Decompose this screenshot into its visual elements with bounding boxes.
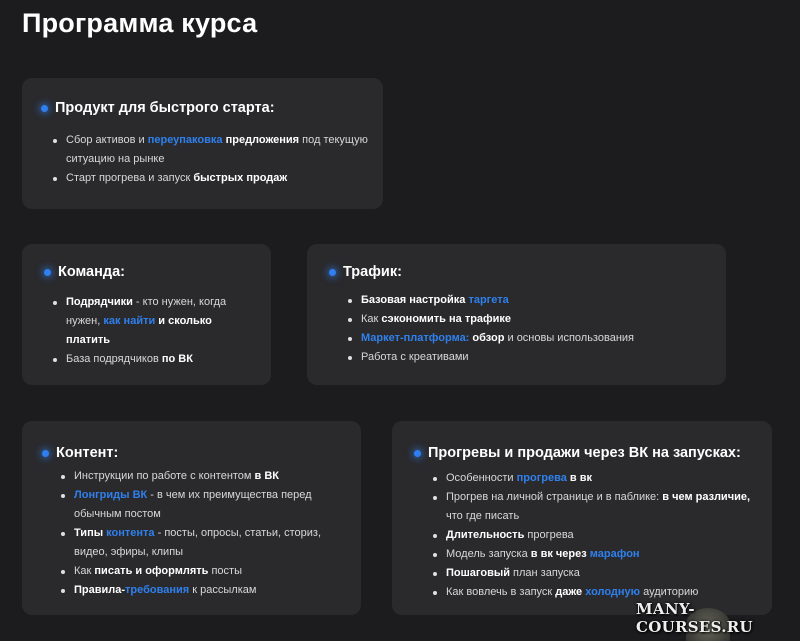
- list-item: База подрядчиков по ВК: [53, 350, 246, 369]
- list-item: Лонгриды ВК - в чем их преимущества пере…: [61, 486, 324, 524]
- card-traffic-list: Базовая настройка таргета Как сэкономить …: [348, 291, 711, 367]
- highlight-text: марафон: [589, 548, 640, 560]
- text-segment: Как: [74, 565, 95, 577]
- card-traffic-title: Трафик:: [329, 264, 402, 280]
- text-segment: Старт прогрева и запуск: [66, 172, 194, 184]
- list-item: Модель запуска в вк через марафон: [433, 545, 764, 564]
- text-segment: аудиторию: [640, 586, 699, 598]
- list-item: Маркет-платформа: обзор и основы использ…: [348, 329, 711, 348]
- text-segment: Прогрев на личной странице и в паблике:: [446, 491, 663, 503]
- text-segment: Сбор активов и: [66, 134, 148, 146]
- highlight-text: таргета: [468, 294, 509, 306]
- bold-text: обзор: [472, 332, 505, 344]
- list-item: Сбор активов и переупаковка предложения …: [53, 131, 376, 169]
- highlight-text: Лонгриды ВК: [74, 489, 148, 501]
- bullet-dot-icon: [44, 269, 51, 276]
- list-item: Как писать и оформлять посты: [61, 562, 324, 581]
- text-segment: Работа с креативами: [361, 351, 469, 363]
- bullet-dot-icon: [42, 450, 49, 457]
- list-item: Длительность прогрева: [433, 526, 764, 545]
- card-product-list: Сбор активов и переупаковка предложения …: [53, 131, 376, 188]
- card-team-title-text: Команда:: [58, 264, 125, 280]
- bold-text: Правила-: [74, 584, 126, 596]
- card-team-title: Команда:: [44, 264, 125, 280]
- bold-text: сэкономить на трафике: [381, 313, 512, 325]
- bold-text: в вк: [569, 472, 593, 484]
- bold-text: писать и оформлять: [94, 565, 209, 577]
- bold-text: Пошаговый: [446, 567, 510, 579]
- watermark: MANY-COURSES.RU: [636, 600, 753, 636]
- card-content-list: Инструкции по работе с контентом в ВК Лон…: [61, 467, 324, 600]
- list-item: Инструкции по работе с контентом в ВК: [61, 467, 324, 486]
- card-launch: Прогревы и продажи через ВК на запусках:…: [392, 421, 772, 615]
- text-segment: посты: [208, 565, 242, 577]
- text-segment: к рассылкам: [189, 584, 257, 596]
- text-segment: и основы использования: [504, 332, 634, 344]
- card-launch-title: Прогревы и продажи через ВК на запусках:: [414, 445, 741, 461]
- card-launch-list: Особенности прогрева в вк Прогрев на личн…: [433, 469, 764, 602]
- bold-text: даже: [555, 586, 583, 598]
- bold-text: Длительность: [446, 529, 525, 541]
- list-item: Прогрев на личной странице и в паблике: …: [433, 488, 764, 526]
- list-item: Как сэкономить на трафике: [348, 310, 711, 329]
- list-item: Правила-требования к рассылкам: [61, 581, 324, 600]
- card-product-title-text: Продукт для быстрого старта:: [55, 100, 275, 116]
- bold-text: Базовая настройка: [361, 294, 469, 306]
- page-title: Программа курса: [22, 8, 258, 38]
- highlight-text: требования: [125, 584, 190, 596]
- text-segment: База подрядчиков: [66, 353, 162, 365]
- bullet-dot-icon: [41, 105, 48, 112]
- card-team-list: Подрядчики - кто нужен, когда нужен, как…: [53, 293, 246, 369]
- list-item: Работа с креативами: [348, 348, 711, 367]
- text-segment: Инструкции по работе с контентом: [74, 470, 255, 482]
- card-traffic: Трафик: Базовая настройка таргета Как сэк…: [307, 244, 726, 385]
- highlight-text: Маркет-платформа:: [361, 332, 470, 344]
- list-item: Базовая настройка таргета: [348, 291, 711, 310]
- card-team: Команда: Подрядчики - кто нужен, когда н…: [22, 244, 271, 385]
- highlight-text: переупаковка: [147, 134, 223, 146]
- text-segment: Модель запуска: [446, 548, 531, 560]
- bullet-dot-icon: [414, 450, 421, 457]
- list-item: Пошаговый план запуска: [433, 564, 764, 583]
- text-segment: план запуска: [510, 567, 580, 579]
- text-segment: что где писать: [446, 510, 520, 522]
- bold-text: в вк через: [530, 548, 587, 560]
- text-segment: Особенности: [446, 472, 517, 484]
- bold-text: Типы: [74, 527, 104, 539]
- card-product-title: Продукт для быстрого старта:: [41, 100, 275, 116]
- highlight-text: контента: [106, 527, 155, 539]
- bold-text: в ВК: [254, 470, 280, 482]
- bullet-dot-icon: [329, 269, 336, 276]
- text-segment: Как: [361, 313, 382, 325]
- text-segment: Как вовлечь в запуск: [446, 586, 556, 598]
- highlight-text: прогрева: [516, 472, 567, 484]
- card-product: Продукт для быстрого старта: Сбор активо…: [22, 78, 383, 209]
- list-item: Типы контента - посты, опросы, статьи, с…: [61, 524, 324, 562]
- list-item: Особенности прогрева в вк: [433, 469, 764, 488]
- bold-text: Подрядчики: [66, 296, 133, 308]
- bold-text: по ВК: [161, 353, 193, 365]
- card-content: Контент: Инструкции по работе с контенто…: [22, 421, 361, 615]
- highlight-text: как найти: [103, 315, 156, 327]
- bold-text: в чем различие,: [662, 491, 751, 503]
- list-item: Старт прогрева и запуск быстрых продаж: [53, 169, 376, 188]
- card-content-title-text: Контент:: [56, 445, 119, 461]
- card-launch-title-text: Прогревы и продажи через ВК на запусках:: [428, 445, 741, 461]
- list-item: Подрядчики - кто нужен, когда нужен, как…: [53, 293, 246, 350]
- card-content-title: Контент:: [42, 445, 119, 461]
- text-segment: прогрева: [524, 529, 574, 541]
- bold-text: предложения: [225, 134, 300, 146]
- highlight-text: холодную: [585, 586, 641, 598]
- bold-text: быстрых продаж: [193, 172, 288, 184]
- card-traffic-title-text: Трафик:: [343, 264, 402, 280]
